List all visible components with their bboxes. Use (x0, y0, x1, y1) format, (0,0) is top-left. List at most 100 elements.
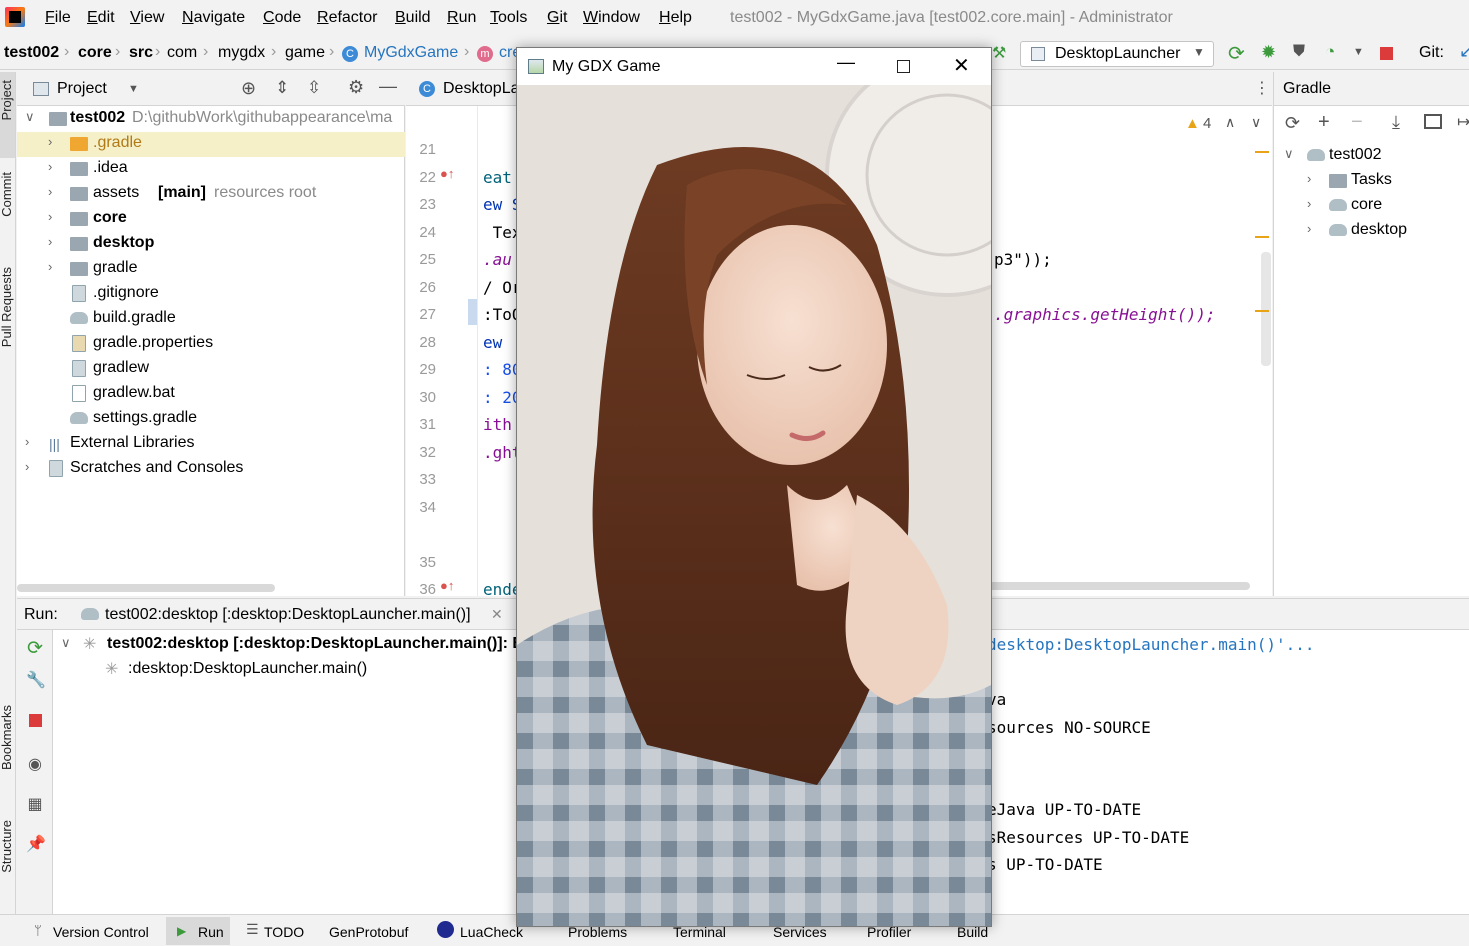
menu-git[interactable]: Git (547, 9, 567, 27)
menu-run[interactable]: Run (447, 9, 476, 27)
remove-icon[interactable]: − (1351, 111, 1363, 134)
download-icon[interactable]: ⤓ (1392, 112, 1400, 133)
breadcrumb-core[interactable]: core (78, 44, 112, 62)
rerun-icon[interactable]: ⟳ (1228, 41, 1245, 66)
override-marker-icon[interactable]: ●↑ (440, 578, 454, 593)
warning-stripe[interactable] (1255, 236, 1269, 238)
eye-icon[interactable]: ◉ (26, 756, 44, 774)
tree-row-gitignore[interactable]: .gitignore (17, 282, 405, 307)
stop-icon[interactable] (1380, 47, 1393, 60)
expand-all-icon[interactable]: ⇕ (275, 78, 289, 98)
override-marker-icon[interactable]: ●↑ (440, 166, 454, 181)
breadcrumb-project[interactable]: test002 (4, 44, 59, 62)
tool-tab-version-control[interactable]: Version Control (53, 924, 149, 940)
collapse-all-icon[interactable]: ⇳ (307, 78, 321, 98)
editor-tab-desktoplauncher[interactable]: DesktopLa (443, 80, 520, 98)
maximize-icon[interactable] (897, 60, 910, 73)
tree-row-root[interactable]: ∨ test002 D:\githubWork\githubappearance… (17, 107, 405, 132)
warning-stripe[interactable] (1255, 310, 1269, 312)
menu-build[interactable]: Build (395, 9, 431, 27)
tool-tab-luacheck[interactable]: LuaCheck (460, 924, 523, 940)
game-canvas[interactable] (517, 85, 991, 926)
game-window[interactable]: My GDX Game — ✕ (516, 47, 992, 927)
more-tabs-icon[interactable]: ⋮ (1254, 78, 1270, 98)
tree-row-settings-gradle[interactable]: settings.gradle (17, 407, 405, 432)
warning-icon[interactable]: ▲ (1185, 115, 1200, 132)
stop-icon[interactable] (26, 714, 44, 732)
next-highlight-icon[interactable]: ∨ (1251, 114, 1261, 131)
menu-refactor[interactable]: Refactor (317, 9, 377, 27)
vertical-scrollbar[interactable] (1261, 252, 1271, 366)
coverage-icon[interactable]: ⛊ (1293, 43, 1305, 61)
tree-row-dot-gradle[interactable]: › .gradle (17, 132, 405, 157)
tree-row-gradle-properties[interactable]: gradle.properties (17, 332, 405, 357)
game-window-titlebar[interactable]: My GDX Game — ✕ (517, 48, 991, 85)
tool-tab-genprotobuf[interactable]: GenProtobuf (329, 924, 408, 940)
reload-icon[interactable]: ⟳ (1285, 113, 1300, 134)
close-icon[interactable]: ✕ (953, 53, 970, 78)
menu-view[interactable]: View (130, 9, 164, 27)
tree-row-core[interactable]: › core (17, 207, 405, 232)
run-tree-child[interactable]: ✳ :desktop:DesktopLauncher.main() (57, 658, 515, 683)
tree-row-gradlew-bat[interactable]: gradlew.bat (17, 382, 405, 407)
tool-tab-structure[interactable]: Structure (0, 820, 14, 873)
hide-panel-icon[interactable]: — (379, 76, 397, 97)
toggle-offline-icon[interactable] (1424, 114, 1442, 129)
menu-code[interactable]: Code (263, 9, 301, 27)
debug-icon[interactable]: ✹ (1261, 42, 1276, 63)
tool-tab-run[interactable]: Run (198, 924, 224, 940)
layout-icon[interactable]: ▦ (26, 796, 44, 814)
gear-icon[interactable]: ⚙ (348, 77, 364, 98)
expand-icon[interactable]: ↦ (1457, 112, 1469, 132)
tree-row-gradlew[interactable]: gradlew (17, 357, 405, 382)
tree-row-desktop[interactable]: › desktop (17, 232, 405, 257)
gradle-tree-root[interactable]: ∨ test002 (1274, 144, 1469, 169)
menu-help[interactable]: Help (659, 9, 692, 27)
breadcrumb-game[interactable]: game (285, 44, 325, 62)
add-icon[interactable]: + (1318, 111, 1330, 134)
rerun-icon[interactable]: ⟳ (26, 639, 44, 658)
gradle-tree-desktop[interactable]: › desktop (1274, 219, 1469, 244)
wrench-icon[interactable]: 🔧 (26, 672, 46, 690)
menu-window[interactable]: Window (583, 9, 640, 27)
breadcrumb-class[interactable]: MyGdxGame (364, 44, 458, 62)
breadcrumb-mygdx[interactable]: mygdx (218, 44, 265, 62)
menu-tools[interactable]: Tools (490, 9, 527, 27)
tree-row-gradle[interactable]: › gradle (17, 257, 405, 282)
run-tab[interactable]: test002:desktop [:desktop:DesktopLaunche… (105, 606, 471, 624)
menu-file[interactable]: File (45, 9, 71, 27)
tool-tab-pull-requests[interactable]: Pull Requests (0, 267, 14, 347)
tool-tab-todo[interactable]: TODO (264, 924, 304, 940)
chevron-down-icon[interactable]: ▼ (1353, 46, 1364, 58)
pin-icon[interactable]: 📌 (26, 836, 46, 854)
git-update-icon[interactable]: ↙ (1459, 42, 1469, 62)
horizontal-scrollbar[interactable] (986, 582, 1250, 590)
hammer-icon[interactable]: ⚒ (992, 43, 1006, 63)
breadcrumb-src[interactable]: src (129, 44, 153, 62)
tool-tab-bookmarks[interactable]: Bookmarks (0, 705, 14, 770)
horizontal-scrollbar[interactable] (17, 584, 275, 592)
tree-row-idea[interactable]: › .idea (17, 157, 405, 182)
tool-tab-commit[interactable]: Commit (0, 172, 14, 217)
tree-row-assets[interactable]: › assets [main] resources root (17, 182, 405, 207)
tree-row-external-libraries[interactable]: › ||| External Libraries (17, 432, 405, 457)
run-tree-root[interactable]: ∨ ✳ test002:desktop [:desktop:DesktopLau… (57, 633, 524, 658)
gradle-tree-tasks[interactable]: › Tasks (1274, 169, 1469, 194)
minimize-icon[interactable]: — (837, 52, 855, 73)
gradle-tree-core[interactable]: › core (1274, 194, 1469, 219)
chevron-down-icon[interactable]: ▼ (128, 83, 139, 95)
close-icon[interactable]: ✕ (491, 606, 503, 623)
warning-stripe[interactable] (1255, 151, 1269, 153)
console-output[interactable]: desktop:DesktopLauncher.main()'... va so… (987, 635, 1457, 905)
run-config-select[interactable]: DesktopLauncher ▼ (1020, 41, 1214, 67)
locate-icon[interactable]: ⊕ (241, 78, 256, 99)
tree-row-build-gradle[interactable]: build.gradle (17, 307, 405, 332)
profile-icon[interactable]: ◔ (1325, 42, 1335, 62)
tree-row-scratches[interactable]: › Scratches and Consoles (17, 457, 405, 482)
menu-navigate[interactable]: Navigate (182, 9, 245, 27)
breadcrumb-com[interactable]: com (167, 44, 197, 62)
menu-edit[interactable]: Edit (87, 9, 115, 27)
project-view-title[interactable]: Project (57, 80, 107, 98)
tool-tab-project[interactable]: Project (0, 80, 14, 120)
previous-highlight-icon[interactable]: ∧ (1225, 114, 1235, 131)
